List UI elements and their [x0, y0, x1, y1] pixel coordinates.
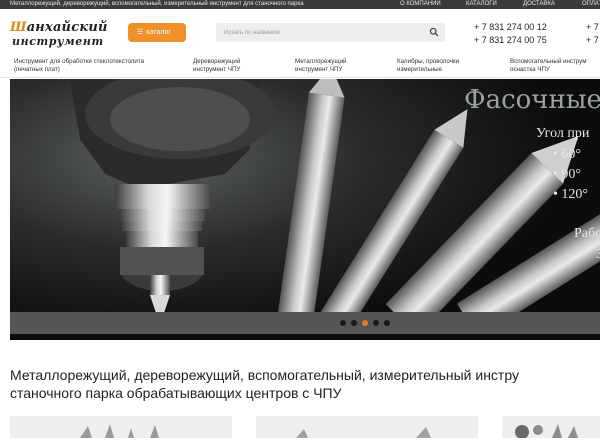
- slider-dot-2[interactable]: [351, 320, 357, 326]
- page-headline: Металлорежущий, дереворежущий, вспомогат…: [10, 366, 600, 402]
- hero-slider[interactable]: Фасочные Угол при • 60° • 90° • 120° Раб…: [10, 79, 600, 340]
- category-auxiliary[interactable]: Вспомогательный инструм оснастка ЧПУ: [510, 58, 586, 73]
- logo-line-2: инструмент: [12, 35, 104, 48]
- category-woodworking[interactable]: Дереворежущий инструмент ЧПУ: [193, 58, 240, 73]
- banner-angle-120: • 120°: [553, 187, 588, 202]
- site-logo[interactable]: Шанхайский инструмент: [10, 20, 108, 48]
- product-card-2-image: [296, 427, 431, 438]
- top-menu-about[interactable]: О КОМПАНИИ: [400, 0, 441, 9]
- category-gauges[interactable]: Калибры, проволочки измерительные: [397, 58, 459, 73]
- category-pcb-tools[interactable]: Инструмент для обработки стеклотекстолит…: [14, 58, 144, 73]
- slider-dot-1[interactable]: [340, 320, 346, 326]
- phone-numbers-right: + 7 + 7: [586, 21, 599, 47]
- product-card-1-image: [80, 424, 159, 438]
- top-bar: Металлорежущий, дереворежущий, вспомогат…: [0, 0, 600, 9]
- banner-work-label-2: З: [596, 247, 600, 262]
- headline-line-2: станочного парка обрабатывающих центров …: [10, 385, 342, 401]
- headline-line-1: Металлорежущий, дереворежущий, вспомогат…: [10, 367, 519, 383]
- top-menu-delivery[interactable]: ДОСТАВКА: [523, 0, 555, 9]
- search-input[interactable]: [216, 23, 421, 42]
- product-card-1[interactable]: [10, 416, 232, 438]
- top-menu-payment[interactable]: ОПЛАТА: [582, 0, 600, 9]
- phone-2[interactable]: + 7 831 274 00 75: [474, 34, 547, 47]
- category-metalworking[interactable]: Металлорежущий инструмент ЧПУ: [295, 58, 347, 73]
- slider-dot-5[interactable]: [384, 320, 390, 326]
- slider-bottom-edge: [10, 334, 600, 340]
- product-cards: [0, 416, 600, 439]
- product-card-3-image: [515, 424, 578, 439]
- slider-control-bar: [10, 312, 600, 334]
- banner-angle-label: Угол при: [536, 126, 590, 141]
- slider-dot-3[interactable]: [362, 320, 368, 326]
- phone-3[interactable]: + 7: [586, 21, 599, 34]
- banner-title: Фасочные: [464, 85, 600, 115]
- site-tagline: Металлорежущий, дереворежущий, вспомогат…: [10, 1, 304, 7]
- logo-line-1: Шанхайский: [10, 20, 108, 35]
- slider-dot-4[interactable]: [373, 320, 379, 326]
- search-box: [216, 23, 445, 42]
- category-nav: Инструмент для обработки стеклотекстолит…: [0, 56, 600, 78]
- phone-4[interactable]: + 7: [586, 34, 599, 47]
- catalog-button[interactable]: ☰ каталог: [128, 23, 186, 42]
- phone-1[interactable]: + 7 831 274 00 12: [474, 21, 547, 34]
- phone-numbers: + 7 831 274 00 12 + 7 831 274 00 75: [474, 21, 547, 47]
- site-header: Шанхайский инструмент ☰каталог + 7 831 2…: [0, 9, 600, 56]
- product-card-3[interactable]: [502, 416, 600, 439]
- banner-work-label: Рабо: [574, 226, 600, 241]
- product-card-2[interactable]: [256, 416, 478, 438]
- search-icon[interactable]: [429, 27, 439, 37]
- catalog-button-label: каталог: [146, 29, 171, 36]
- top-menu-catalogs[interactable]: КАТАЛОГИ: [466, 0, 497, 9]
- banner-angle-90: • 90°: [553, 167, 581, 182]
- banner-image: [10, 79, 600, 340]
- banner-angle-60: • 60°: [553, 147, 581, 162]
- menu-icon: ☰: [137, 29, 144, 36]
